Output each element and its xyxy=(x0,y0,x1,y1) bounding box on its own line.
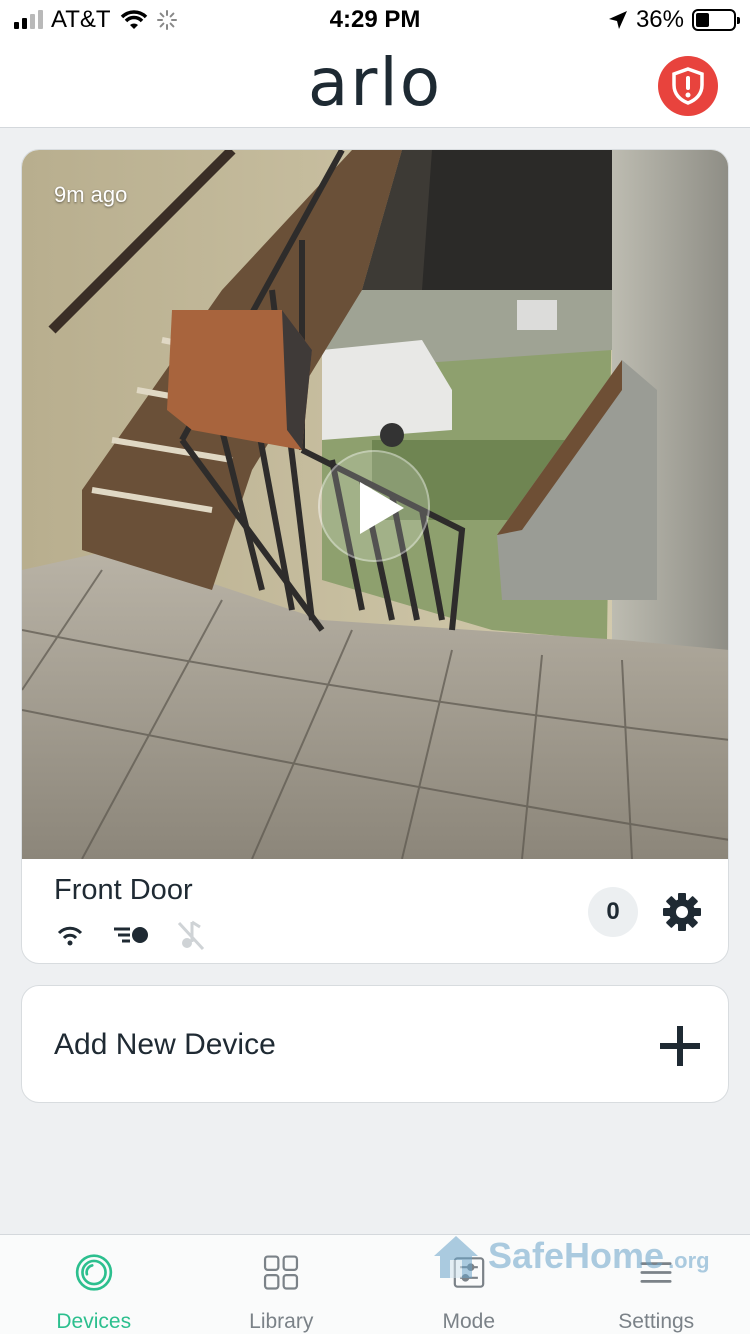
event-count-badge[interactable]: 0 xyxy=(588,887,638,937)
device-name: Front Door xyxy=(54,874,193,906)
add-device-card[interactable]: Add New Device xyxy=(21,985,729,1103)
tab-devices[interactable]: Devices xyxy=(0,1235,188,1334)
snapshot-time: 9m ago xyxy=(54,182,128,207)
device-status-icons xyxy=(54,918,206,952)
tab-mode-label: Mode xyxy=(442,1310,496,1333)
gear-icon[interactable] xyxy=(660,890,704,934)
tab-library[interactable]: Library xyxy=(188,1235,376,1334)
app-header: arlo xyxy=(0,40,750,128)
library-grid-icon xyxy=(264,1255,299,1290)
plus-icon[interactable] xyxy=(658,1024,702,1068)
safehome-watermark: SafeHome .org xyxy=(428,1228,710,1284)
watermark-text: SafeHome xyxy=(488,1235,665,1276)
tab-settings-label: Settings xyxy=(618,1310,695,1333)
camera-card[interactable]: 9m ago Front Door 0 xyxy=(21,149,729,964)
motion-icon xyxy=(114,927,148,943)
battery-icon xyxy=(692,9,740,31)
wifi-icon xyxy=(57,926,83,946)
shield-alert-button[interactable] xyxy=(658,56,718,116)
add-device-label: Add New Device xyxy=(54,1028,276,1061)
location-icon xyxy=(608,11,627,29)
watermark-suffix: .org xyxy=(668,1248,710,1273)
status-right: 36% xyxy=(608,6,740,34)
battery-percent: 36% xyxy=(635,6,684,33)
house-icon xyxy=(434,1236,478,1278)
shield-alert-icon xyxy=(672,67,704,105)
tab-devices-label: Devices xyxy=(56,1310,132,1333)
audio-off-icon xyxy=(177,920,205,951)
arlo-logo: arlo xyxy=(307,44,443,121)
status-bar: AT&T 4:29 PM 36% xyxy=(0,0,750,40)
tab-library-label: Library xyxy=(249,1310,314,1333)
camera-feed[interactable]: 9m ago xyxy=(22,150,728,859)
play-icon[interactable] xyxy=(318,450,430,562)
devices-icon xyxy=(75,1254,112,1291)
